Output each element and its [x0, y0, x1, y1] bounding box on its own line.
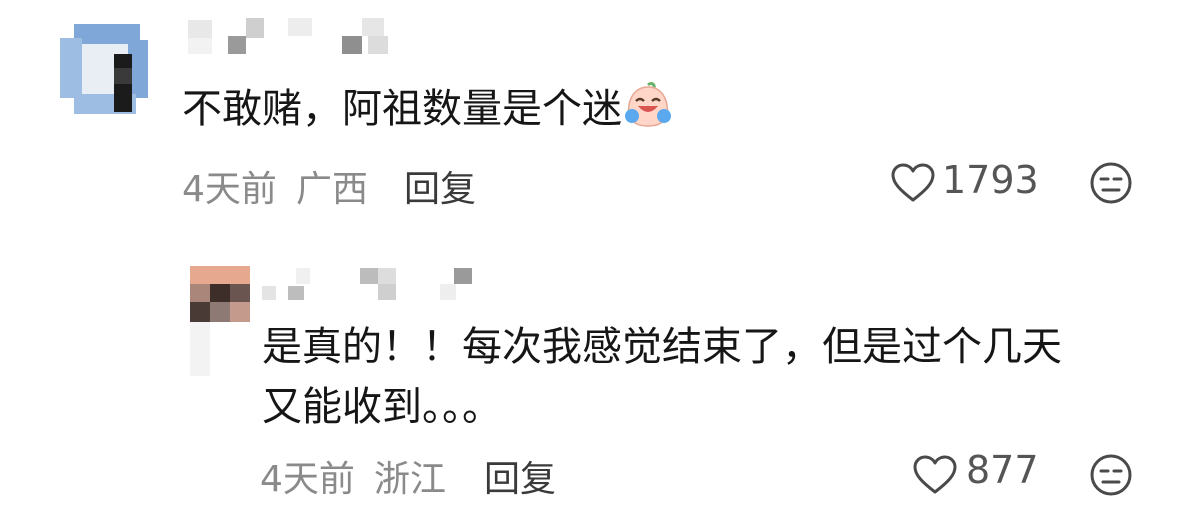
reply-button[interactable]: 回复 — [484, 450, 556, 502]
reply-text-line1: 是真的！！每次我感觉结束了，但是过个几天 — [262, 324, 1062, 370]
reply-item: 是真的！！每次我感觉结束了，但是过个几天 又能收到。。。 4天前 浙江 回复 8… — [0, 250, 1200, 510]
reply-time: 4天前 — [260, 459, 355, 500]
meh-face-icon — [1090, 162, 1132, 204]
comment-location: 广西 — [296, 169, 369, 210]
meh-face-icon — [1090, 454, 1132, 496]
commenter-username[interactable] — [188, 18, 408, 60]
reply-text-line2: 又能收到。。。 — [262, 384, 502, 430]
like-button[interactable]: 1793 — [890, 158, 1040, 204]
heart-outline-icon — [890, 162, 936, 204]
comment-body: 不敢赌，阿祖数量是个迷 — [182, 86, 622, 132]
replier-username[interactable] — [262, 266, 482, 302]
like-count: 1793 — [942, 158, 1039, 202]
reply-button[interactable]: 回复 — [404, 160, 476, 212]
commenter-avatar[interactable] — [60, 18, 150, 118]
reply-location: 浙江 — [374, 459, 447, 500]
comment-time: 4天前 — [182, 169, 277, 210]
heart-outline-icon — [912, 454, 958, 496]
dislike-button[interactable] — [1088, 160, 1134, 206]
comment-text: 不敢赌，阿祖数量是个迷 — [182, 80, 672, 138]
comment-item: 不敢赌，阿祖数量是个迷 4天前 广西 回复 1793 — [0, 0, 1200, 230]
like-button[interactable]: 877 — [912, 448, 1042, 496]
crying-laughing-emoji-icon — [624, 82, 672, 128]
like-count: 877 — [966, 448, 1039, 492]
replier-avatar[interactable] — [190, 266, 250, 376]
dislike-button[interactable] — [1088, 452, 1134, 498]
